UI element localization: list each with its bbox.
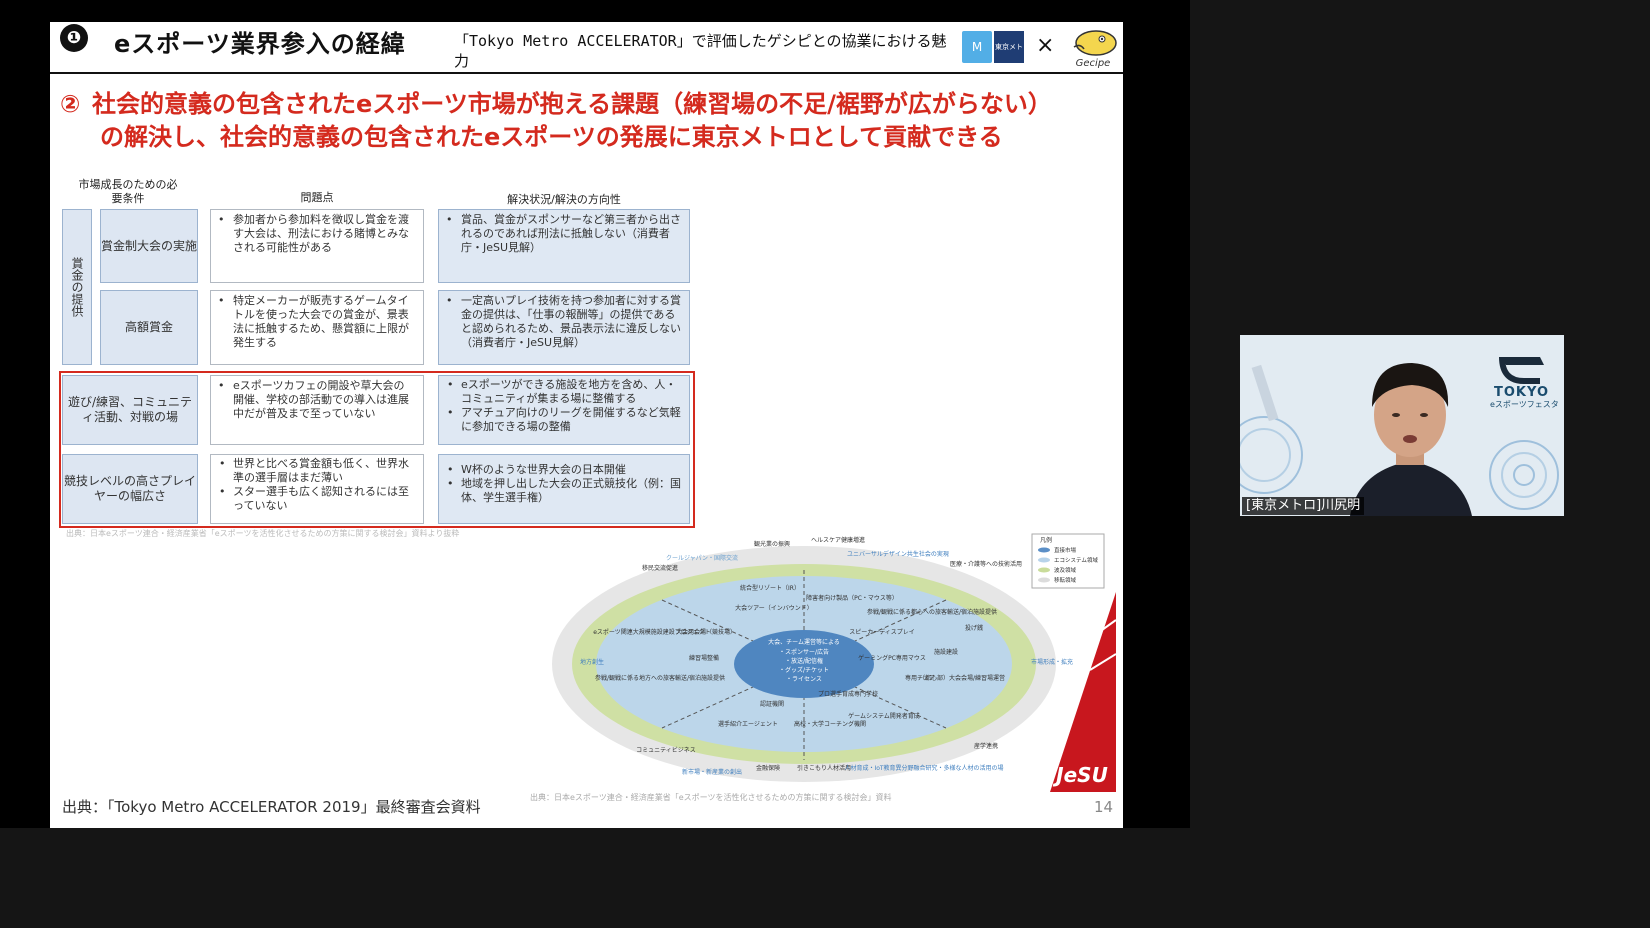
svg-text:ゲーミングPC専用マウス: ゲーミングPC専用マウス: [858, 654, 926, 662]
svg-text:観光業の振興: 観光業の振興: [754, 540, 790, 548]
diagram-source-note: 出典：日本eスポーツ連合・経済産業省「eスポーツを活性化させるための方策に関する…: [530, 793, 892, 802]
esports-ecosystem-diagram: 大会、チーム運営等による ・スポンサー/広告 ・放送/配信権 ・グッズ/チケット…: [552, 533, 1116, 792]
svg-text:障害者向け製品（PC・マウス等）: 障害者向け製品（PC・マウス等）: [806, 594, 898, 602]
legend-swatch: [1038, 577, 1050, 583]
legend-swatch: [1038, 547, 1050, 553]
group-label-prize: 賞金の提供: [62, 209, 92, 365]
svg-text:ヘルスケア健康増進: ヘルスケア健康増進: [811, 536, 865, 544]
svg-text:ユニバーサルデザイン共生社会の実現: ユニバーサルデザイン共生社会の実現: [847, 550, 949, 558]
solution-cell: • 一定高いプレイ技術を持つ参加者に対する賞金の提供は、「仕事の報酬等」の提供であ…: [438, 290, 690, 365]
metro-logo: M: [962, 31, 992, 63]
svg-text:参戦/観戦に係る地方への旅客輸送/宿泊施設提供: 参戦/観戦に係る地方への旅客輸送/宿泊施設提供: [595, 674, 725, 682]
svg-text:クールジャパン・国際交流: クールジャパン・国際交流: [666, 554, 738, 562]
col-header-solution: 解決状況/解決の方向性: [507, 193, 621, 206]
svg-text:ゲームシステム開発者育成: ゲームシステム開発者育成: [848, 712, 920, 720]
svg-text:（都心部）大会会場/練習場運営: （都心部）大会会場/練習場運営: [919, 674, 1005, 682]
headline-line-2: の解決し、社会的意義の包含されたeスポーツの発展に東京メトロとして貢献できる: [100, 123, 1003, 151]
table-source-note: 出典：日本eスポーツ連合・経済産業省「eスポーツを活性化させるための方策に関する…: [66, 529, 460, 538]
svg-text:人材育成・IoT教育異分野融合研究・多様な人材の活用の場: 人材育成・IoT教育異分野融合研究・多様な人材の活用の場: [844, 764, 1003, 772]
backdrop-logo-text: TOKYO: [1494, 385, 1549, 400]
svg-text:移民交流促進: 移民交流促進: [642, 564, 678, 572]
svg-text:投げ銭: 投げ銭: [965, 624, 983, 632]
problem-cell: • 特定メーカーが販売するゲームタイトルを使った大会での賞金が、景表法に抵触するた…: [210, 290, 424, 365]
legend-swatch: [1038, 567, 1050, 573]
svg-text:スピーカーディスプレイ: スピーカーディスプレイ: [849, 628, 915, 636]
tokyo-metro-logo: 東京メトロ: [994, 31, 1024, 83]
svg-text:医療・介護等への技術活用: 医療・介護等への技術活用: [950, 560, 1022, 568]
slide-footer-source: 出典：「Tokyo Metro ACCELERATOR 2019」最終審査会資料: [62, 798, 481, 816]
headline-line-1: 社会的意義の包含されたeスポーツ市場が抱える課題（練習場の不足/裾野が広がらない…: [92, 90, 1052, 118]
svg-text:産学連携: 産学連携: [974, 742, 998, 750]
legend-item: エコシステム領域: [1054, 556, 1098, 564]
svg-text:・グッズ/チケット: ・グッズ/チケット: [779, 666, 829, 674]
svg-text:新市場・新産業の創出: 新市場・新産業の創出: [682, 768, 742, 776]
svg-text:引きこもり人材活用: 引きこもり人材活用: [797, 764, 851, 772]
shared-screen: ❶ eスポーツ業界参入の経緯 「Tokyo Metro ACCELERATOR」…: [0, 0, 1190, 828]
svg-text:JeSU: JeSU: [1052, 763, 1108, 787]
collaboration-cross: ×: [1036, 33, 1055, 58]
slide-title: eスポーツ業界参入の経緯: [114, 30, 406, 58]
svg-text:・ライセンス: ・ライセンス: [786, 676, 822, 683]
headline: ② 社会的意義の包含されたeスポーツ市場が抱える課題（練習場の不足/裾野が広がらな…: [60, 88, 1120, 154]
presentation-slide: ❶ eスポーツ業界参入の経緯 「Tokyo Metro ACCELERATOR」…: [50, 22, 1123, 828]
problem-cell: • 参加者から参加料を徴収し賞金を渡す大会は、刑法における賭博とみなされる可能性が…: [210, 209, 424, 283]
svg-text:高校・大学コーチング機関: 高校・大学コーチング機関: [794, 720, 866, 728]
jesu-logo: JeSU: [1050, 592, 1116, 792]
gecipe-logo: Gecipe: [1073, 30, 1117, 69]
condition-cell: 高額賞金: [100, 290, 198, 365]
page-number: 14: [1094, 798, 1114, 816]
svg-text:・放送/配信権: ・放送/配信権: [785, 657, 823, 665]
legend-item: 波及領域: [1054, 566, 1077, 574]
svg-text:市場形成・拡充: 市場形成・拡充: [1031, 658, 1073, 666]
legend-swatch: [1038, 557, 1050, 563]
col-header-condition: 市場成長のための必要条件: [78, 178, 178, 205]
svg-text:Gecipe: Gecipe: [1076, 58, 1111, 69]
svg-text:施設建設: 施設建設: [934, 648, 958, 656]
svg-text:・スポンサー/広告: ・スポンサー/広告: [779, 648, 829, 656]
video-backdrop: [1240, 335, 1564, 516]
participant-video-tile[interactable]: TOKYO eスポーツフェスタ [東京メトロ]川尻明: [1240, 335, 1564, 516]
svg-text:練習場整備: 練習場整備: [689, 654, 719, 662]
headline-number: ②: [60, 90, 81, 118]
legend-item: 移転領域: [1054, 576, 1077, 584]
svg-text:地方創生: 地方創生: [580, 658, 604, 666]
section-number: ❶: [60, 24, 88, 52]
highlight-box: [59, 371, 695, 528]
svg-text:統合型リゾート（IR）: 統合型リゾート（IR）: [740, 584, 800, 592]
legend-title: 凡例: [1040, 536, 1052, 544]
svg-text:参戦/観戦に係る都心への旅客輸送/宿泊施設提供: 参戦/観戦に係る都心への旅客輸送/宿泊施設提供: [867, 608, 997, 616]
legend-item: 直接市場: [1054, 546, 1077, 554]
svg-text:選手紹介エージェント: 選手紹介エージェント: [718, 720, 778, 728]
slide-header: ❶ eスポーツ業界参入の経緯 「Tokyo Metro ACCELERATOR」…: [50, 22, 1123, 83]
svg-text:金融保険: 金融保険: [756, 764, 780, 772]
svg-text:認証機関: 認証機関: [760, 700, 784, 708]
svg-text:大会、チーム運営等による: 大会、チーム運営等による: [768, 638, 840, 646]
svg-text:プロ選手育成専門学校: プロ選手育成専門学校: [818, 690, 878, 698]
col-header-problem: 問題点: [300, 191, 334, 204]
legend: 凡例 直接市場 エコシステム領域 波及領域 移転領域: [1031, 533, 1105, 589]
meeting-window: ❶ eスポーツ業界参入の経緯 「Tokyo Metro ACCELERATOR」…: [0, 0, 1568, 882]
solution-cell: • 賞品、賞金がスポンサーなど第三者から出されるのであれば刑法に抵触しない（消費者…: [438, 209, 690, 283]
svg-text:大会用会場（競技場）: 大会用会場（競技場）: [676, 628, 736, 636]
backdrop-logo-subtext: eスポーツフェスタ: [1490, 400, 1559, 409]
svg-text:コミュニティビジネス: コミュニティビジネス: [636, 746, 696, 754]
slide-subtitle: 「Tokyo Metro ACCELERATOR」で評価したゲシピとの協業におけ…: [454, 32, 947, 70]
svg-text:大会ツアー（インバウンド）: 大会ツアー（インバウンド）: [735, 604, 813, 612]
participant-name-label: [東京メトロ]川尻明: [1242, 497, 1365, 515]
condition-cell: 賞金制大会の実施: [100, 209, 198, 283]
